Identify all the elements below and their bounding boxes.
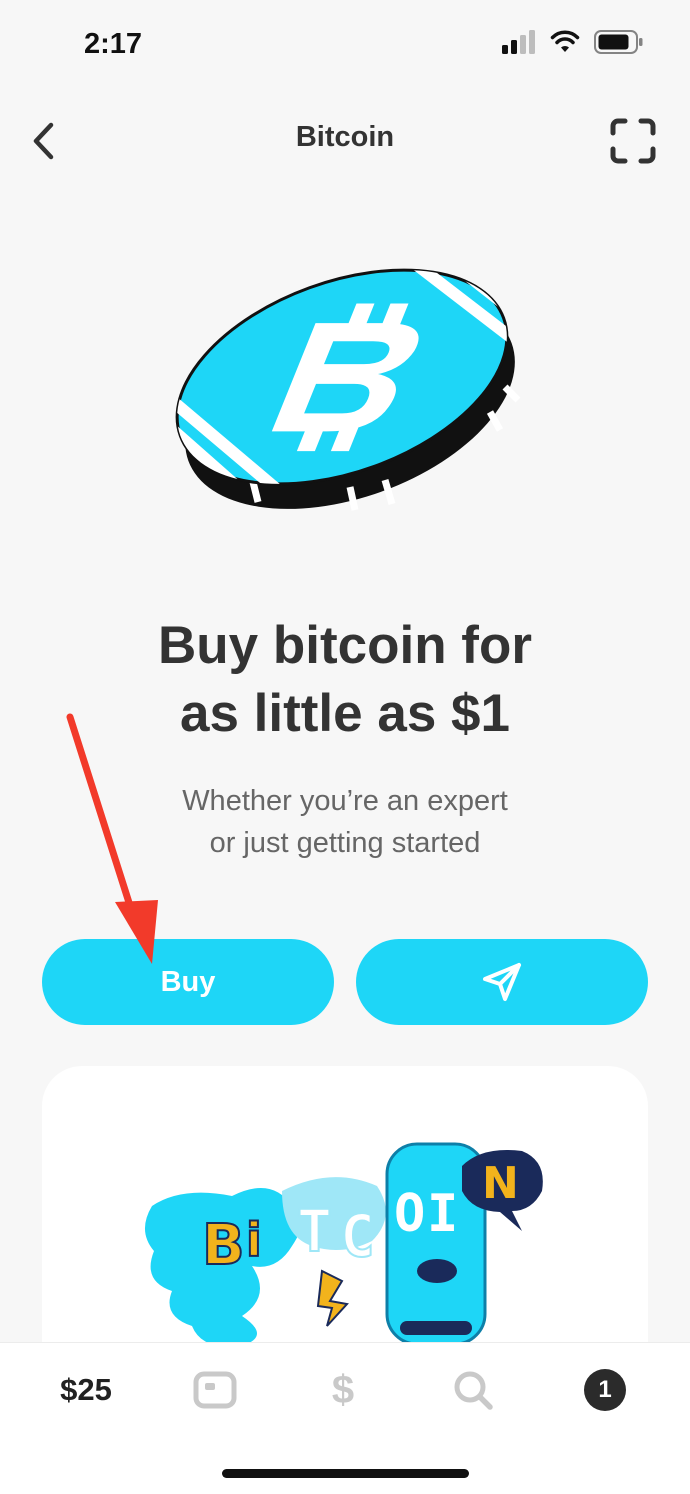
- letter-b: B: [202, 1213, 245, 1278]
- wifi-icon: [550, 30, 580, 52]
- tab-card[interactable]: [190, 1367, 240, 1413]
- card-icon: [193, 1371, 237, 1409]
- subtitle: Whether you’re an expert or just getting…: [0, 780, 690, 864]
- subtitle-line-1: Whether you’re an expert: [182, 785, 508, 817]
- buy-button-label: Buy: [160, 965, 216, 998]
- status-icons: [502, 30, 644, 54]
- dollar-icon: $: [331, 1367, 355, 1412]
- home-indicator: [222, 1469, 469, 1478]
- battery-icon: [594, 30, 643, 54]
- headline-line-1: Buy bitcoin for: [158, 616, 532, 675]
- bitcoin-coin-illustration: [160, 262, 530, 512]
- letter-n: N: [482, 1158, 519, 1209]
- tab-cash[interactable]: $: [318, 1367, 368, 1413]
- page-title: Bitcoin: [295, 121, 395, 153]
- letter-i-2: I: [427, 1184, 458, 1244]
- buy-button[interactable]: Buy: [42, 939, 334, 1025]
- scan-button[interactable]: [610, 118, 656, 164]
- cellular-signal-icon: [502, 30, 535, 54]
- status-time: 2:17: [84, 28, 143, 60]
- letter-i: i: [246, 1213, 262, 1267]
- letter-c: C: [340, 1202, 375, 1270]
- tab-activity[interactable]: 1: [580, 1367, 630, 1413]
- search-icon: [454, 1371, 493, 1410]
- letter-t: T: [297, 1197, 332, 1265]
- letter-o: O: [394, 1184, 425, 1244]
- send-button[interactable]: [356, 939, 648, 1025]
- headline-line-2: as little as $1: [180, 684, 510, 743]
- activity-badge: 1: [584, 1369, 626, 1411]
- paper-plane-icon: [483, 963, 521, 1001]
- tab-balance[interactable]: $25: [36, 1367, 136, 1413]
- headline: Buy bitcoin for as little as $1: [0, 612, 690, 748]
- scan-frame-icon: [610, 118, 656, 164]
- subtitle-line-2: or just getting started: [209, 827, 481, 859]
- tab-search[interactable]: [448, 1367, 498, 1413]
